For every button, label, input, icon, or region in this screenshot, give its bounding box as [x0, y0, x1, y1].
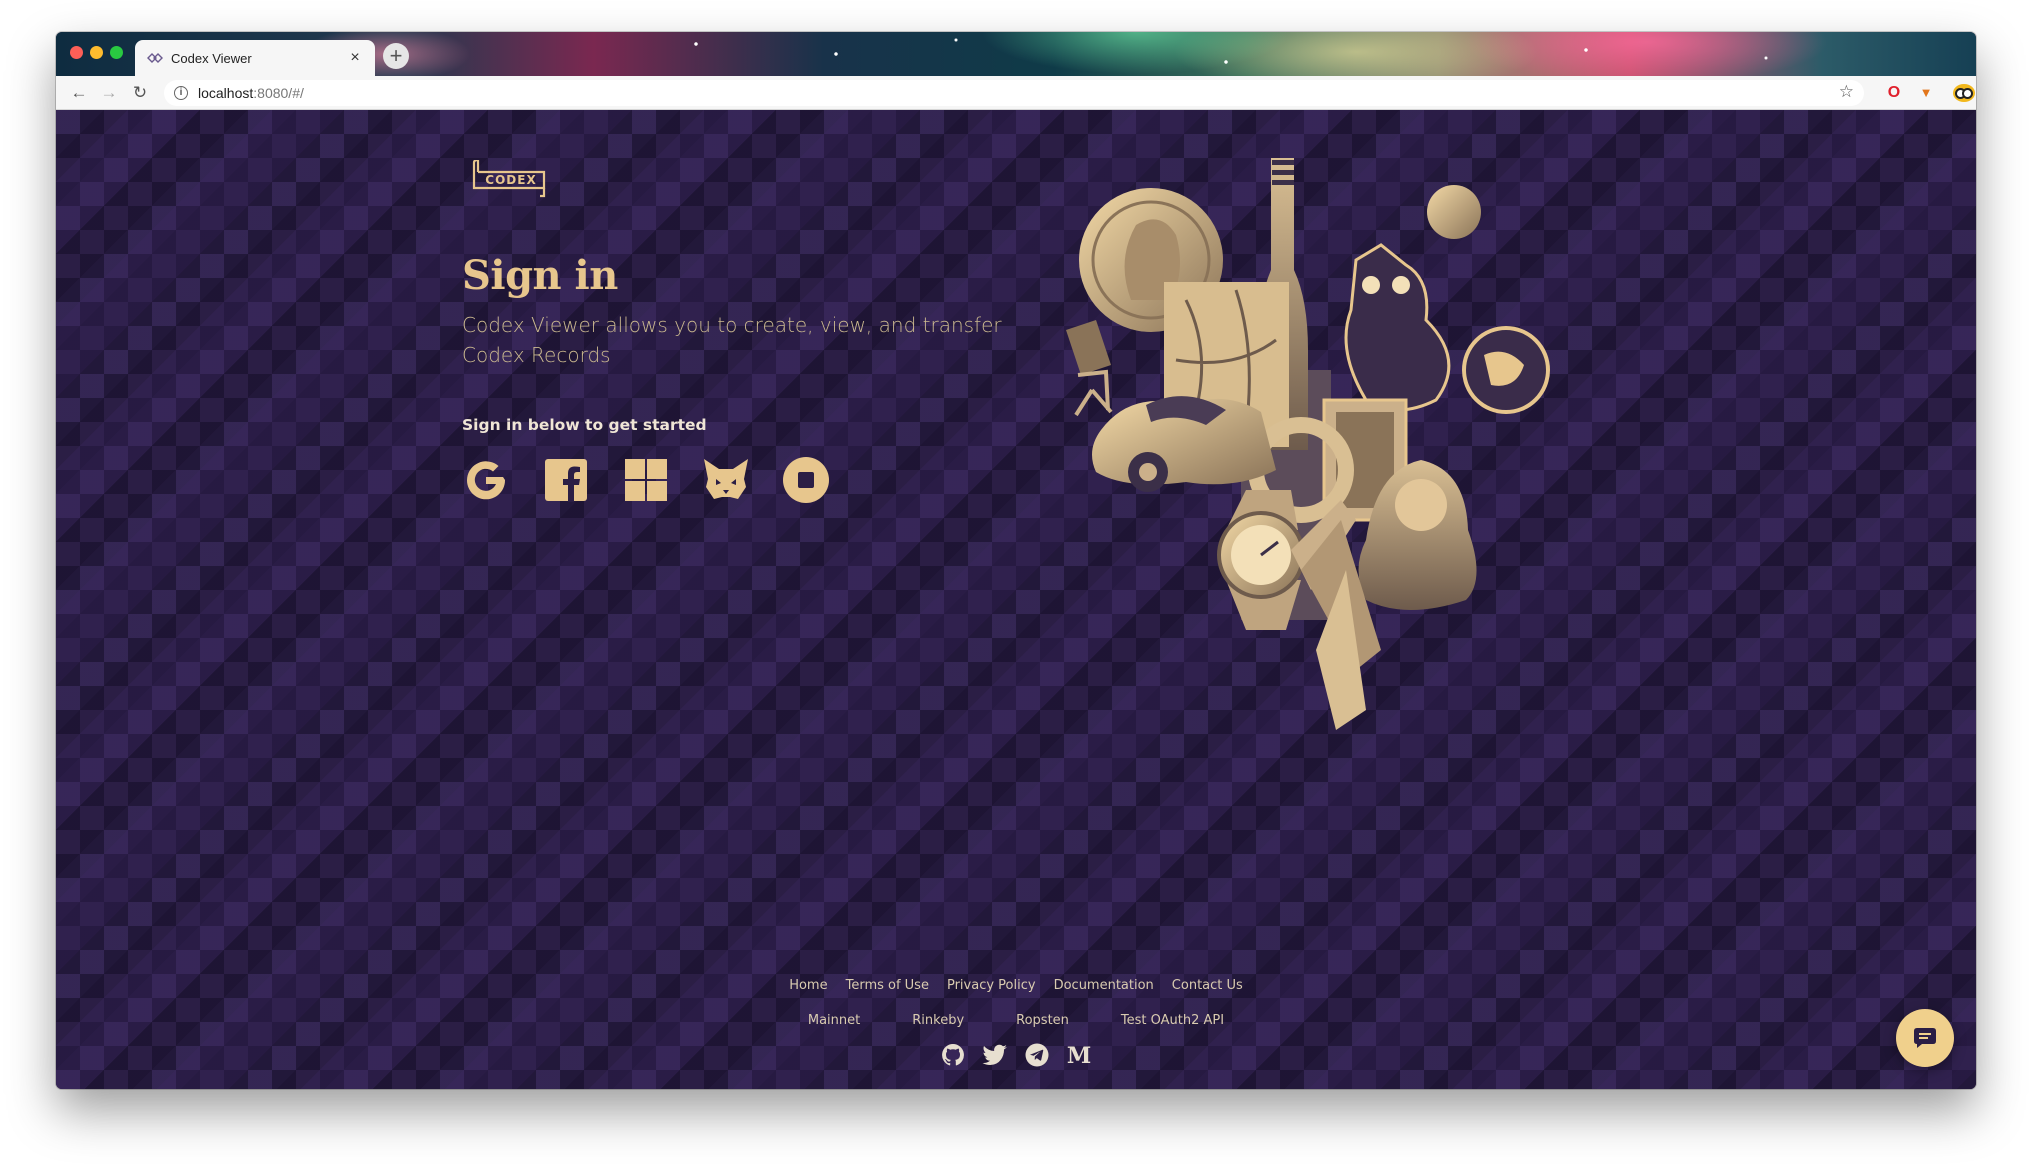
close-window-button[interactable]: [70, 46, 83, 59]
url-text: localhost:8080/#/: [198, 85, 304, 101]
chat-icon: [1914, 1028, 1936, 1048]
windows-signin-button[interactable]: [622, 456, 670, 504]
minimize-window-button[interactable]: [90, 46, 103, 59]
forward-arrow-icon[interactable]: →: [98, 82, 120, 104]
facebook-signin-button[interactable]: [542, 456, 590, 504]
svg-text:CODEX: CODEX: [485, 173, 536, 187]
info-icon[interactable]: i: [174, 86, 188, 100]
address-bar[interactable]: i localhost:8080/#/ ☆: [164, 80, 1864, 106]
browser-window: Codex Viewer × + ← → ↻ i localhost:8080/…: [56, 32, 1976, 1089]
metamask-fox-icon: [704, 459, 748, 499]
metamask-extension-icon[interactable]: ▼: [1916, 83, 1936, 103]
signin-prompt: Sign in below to get started: [462, 416, 707, 434]
social-links: M: [56, 1042, 1976, 1068]
browser-toolbar: ← → ↻ i localhost:8080/#/ ☆ O ▼: [56, 76, 1976, 110]
footer-link-documentation[interactable]: Documentation: [1054, 978, 1154, 993]
medium-icon[interactable]: M: [1066, 1042, 1092, 1068]
network-links: Mainnet Rinkeby Ropsten Test OAuth2 API: [56, 1013, 1976, 1028]
footer-links: Home Terms of Use Privacy Policy Documen…: [56, 978, 1976, 993]
bookmark-star-icon[interactable]: ☆: [1839, 82, 1854, 102]
reload-icon[interactable]: ↻: [129, 82, 151, 104]
tab-codex-viewer[interactable]: Codex Viewer ×: [135, 40, 375, 76]
chat-support-button[interactable]: [1896, 1009, 1954, 1067]
github-icon[interactable]: [940, 1042, 966, 1068]
svg-text:M: M: [1067, 1044, 1091, 1066]
footer-link-privacy[interactable]: Privacy Policy: [947, 978, 1036, 993]
metamask-signin-button[interactable]: [702, 456, 750, 504]
coinbase-signin-button[interactable]: [782, 456, 830, 504]
windows-icon: [625, 459, 667, 501]
network-link-mainnet[interactable]: Mainnet: [808, 1013, 860, 1028]
google-icon: [467, 461, 506, 500]
collectibles-collage-image: [1066, 158, 1550, 730]
google-signin-button[interactable]: [462, 456, 510, 504]
facebook-icon: [545, 459, 587, 502]
page-description: Codex Viewer allows you to create, view,…: [462, 313, 1002, 367]
footer-link-contact[interactable]: Contact Us: [1172, 978, 1243, 993]
coinbase-icon: [783, 457, 829, 503]
close-tab-icon[interactable]: ×: [347, 50, 363, 66]
new-tab-button[interactable]: +: [383, 43, 409, 69]
page-title: Sign in: [462, 252, 618, 299]
codex-favicon-icon: [147, 51, 163, 65]
back-arrow-icon[interactable]: ←: [68, 82, 90, 104]
signin-providers: [462, 456, 830, 504]
network-link-rinkeby[interactable]: Rinkeby: [912, 1013, 964, 1028]
codex-logo: CODEX: [472, 160, 546, 198]
tab-bar: Codex Viewer × +: [56, 32, 1976, 76]
maximize-window-button[interactable]: [110, 46, 123, 59]
telegram-icon[interactable]: [1024, 1042, 1050, 1068]
owl-extension-icon[interactable]: [1953, 84, 1975, 102]
network-link-ropsten[interactable]: Ropsten: [1016, 1013, 1069, 1028]
tab-title: Codex Viewer: [171, 50, 252, 66]
opera-extension-icon[interactable]: O: [1884, 83, 1904, 103]
footer-link-terms[interactable]: Terms of Use: [846, 978, 929, 993]
twitter-icon[interactable]: [982, 1042, 1008, 1068]
page-content: CODEX Sign in Codex Viewer allows you to…: [56, 110, 1976, 1089]
network-link-test-oauth2[interactable]: Test OAuth2 API: [1121, 1013, 1224, 1028]
footer-link-home[interactable]: Home: [789, 978, 827, 993]
